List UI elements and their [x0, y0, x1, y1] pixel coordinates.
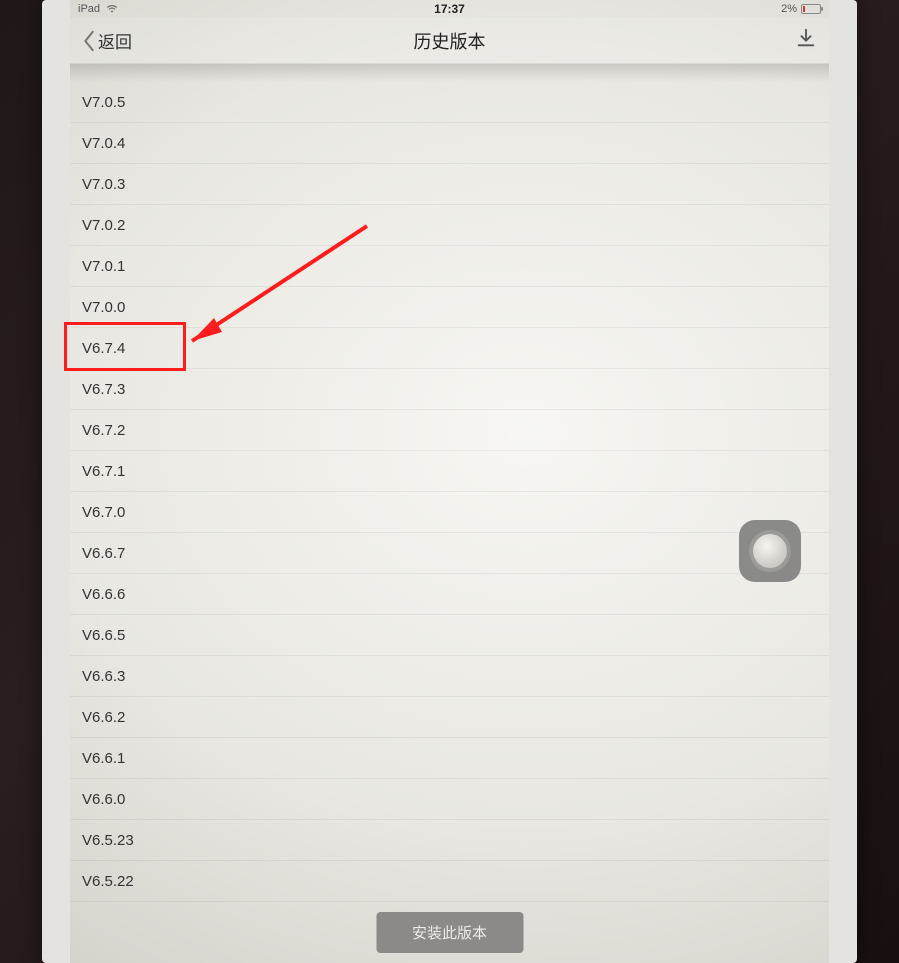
version-row[interactable]: V7.0.3 [70, 164, 829, 205]
page-title: 历史版本 [414, 28, 486, 54]
version-row[interactable]: V7.0.2 [70, 205, 829, 246]
version-label: V6.7.1 [82, 463, 125, 480]
assistive-touch-button[interactable] [739, 520, 801, 582]
version-label: V6.6.1 [82, 750, 125, 767]
version-label: V6.6.6 [82, 586, 125, 603]
version-row[interactable]: V6.7.2 [70, 410, 829, 451]
nav-bar: 返回 历史版本 [70, 18, 829, 64]
version-row[interactable]: V6.6.7 [70, 533, 829, 574]
status-bar: iPad 17:37 2% [70, 0, 829, 18]
version-list[interactable]: V7.0.5 V7.0.4 V7.0.3 V7.0.2 V7.0.1 V7.0.0 V6.7… [70, 82, 829, 963]
version-row[interactable]: V6.6.1 [70, 738, 829, 779]
version-label: V6.6.5 [82, 627, 125, 644]
version-row[interactable]: V7.0.0 [70, 287, 829, 328]
battery-icon [801, 4, 821, 14]
version-label: V6.7.3 [82, 381, 125, 398]
battery-percent: 2% [781, 3, 797, 15]
version-label: V7.0.1 [82, 258, 125, 275]
version-label: V6.6.3 [82, 668, 125, 685]
version-label: V7.0.2 [82, 217, 125, 234]
version-row[interactable]: V6.7.3 [70, 369, 829, 410]
version-row[interactable]: V6.5.23 [70, 820, 829, 861]
version-label: V7.0.5 [82, 94, 125, 111]
download-icon [795, 27, 817, 49]
version-row[interactable]: V7.0.5 [70, 82, 829, 123]
version-label: V6.7.4 [82, 340, 125, 357]
status-bar-left: iPad [78, 3, 118, 15]
version-row[interactable]: V6.6.3 [70, 656, 829, 697]
version-label: V7.0.0 [82, 299, 125, 316]
photo-background: iPad 17:37 2% 返回 [0, 0, 899, 963]
ipad-screen: iPad 17:37 2% 返回 [70, 0, 829, 963]
device-label: iPad [78, 3, 100, 15]
version-label: V6.5.22 [82, 873, 134, 890]
back-label: 返回 [98, 28, 132, 53]
chevron-left-icon [82, 30, 96, 52]
assistive-touch-inner-icon [753, 534, 787, 568]
version-label: V6.5.23 [82, 832, 134, 849]
header-shadow [70, 64, 829, 82]
version-row[interactable]: V6.5.22 [70, 861, 829, 902]
version-row[interactable]: V7.0.1 [70, 246, 829, 287]
wifi-icon [106, 4, 118, 14]
version-label: V7.0.4 [82, 135, 125, 152]
ipad-device-bezel: iPad 17:37 2% 返回 [42, 0, 857, 963]
version-row[interactable]: V6.6.0 [70, 779, 829, 820]
version-label: V6.6.2 [82, 709, 125, 726]
status-bar-time: 17:37 [434, 2, 465, 16]
version-label: V6.6.7 [82, 545, 125, 562]
version-row[interactable]: V6.7.1 [70, 451, 829, 492]
version-row[interactable]: V6.7.0 [70, 492, 829, 533]
download-button[interactable] [795, 27, 817, 54]
version-label: V6.6.0 [82, 791, 125, 808]
version-row[interactable]: V6.6.6 [70, 574, 829, 615]
back-button[interactable]: 返回 [82, 28, 132, 53]
version-label: V6.7.0 [82, 504, 125, 521]
version-row[interactable]: V6.6.5 [70, 615, 829, 656]
status-bar-right: 2% [781, 3, 821, 15]
install-button[interactable]: 安装此版本 [376, 912, 523, 953]
version-row[interactable]: V6.7.4 [70, 328, 829, 369]
version-row[interactable]: V6.6.2 [70, 697, 829, 738]
version-label: V6.7.2 [82, 422, 125, 439]
version-row[interactable]: V7.0.4 [70, 123, 829, 164]
version-label: V7.0.3 [82, 176, 125, 193]
install-button-container: 安装此版本 [376, 912, 523, 953]
